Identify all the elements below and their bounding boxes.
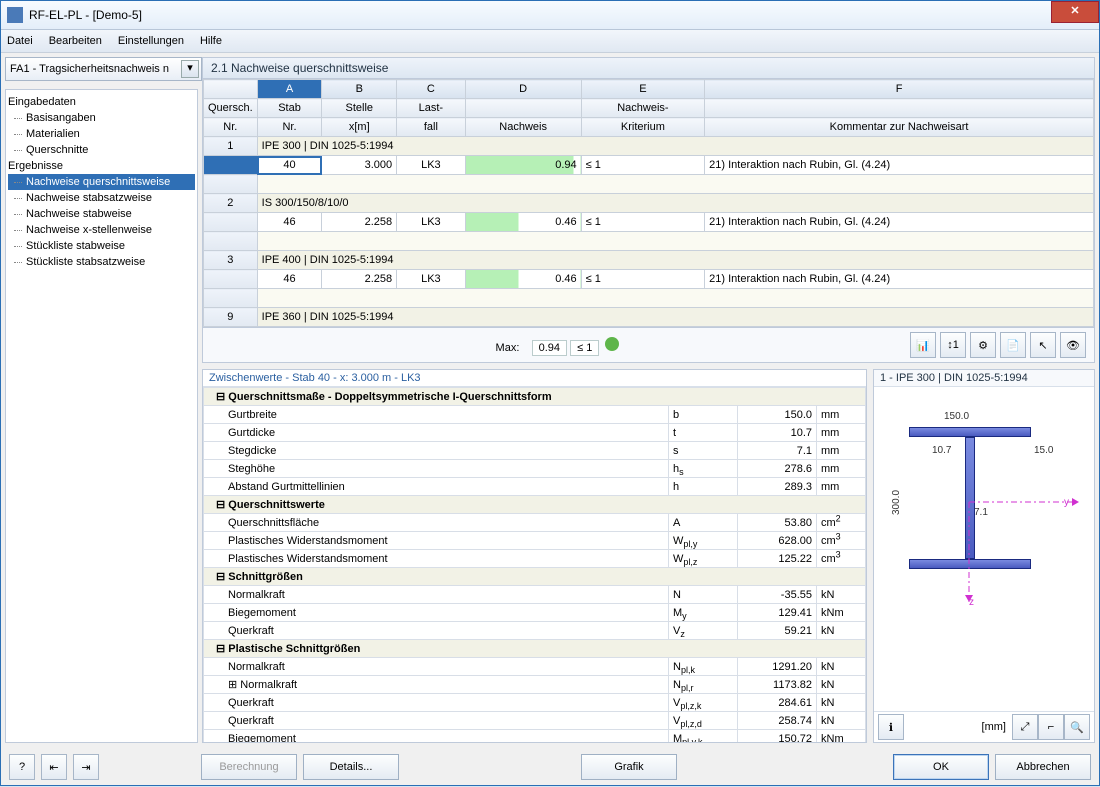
window-title: RF-EL-PL - [Demo-5] — [29, 8, 1093, 22]
dim-height: 300.0 — [891, 490, 902, 515]
main-title: 2.1 Nachweise querschnittsweise — [202, 57, 1095, 79]
app-icon — [7, 7, 23, 23]
max-criterion: ≤ 1 — [570, 340, 599, 356]
chevron-down-icon: ▾ — [181, 60, 199, 78]
preview-canvas[interactable]: 150.0 10.7 15.0 300.0 7.1 y z — [874, 387, 1094, 711]
status-ok-icon — [605, 337, 619, 351]
tree-item-nachweise-xstellenweise[interactable]: Nachweise x-stellenweise — [8, 222, 195, 238]
help-button[interactable]: ? — [9, 754, 35, 780]
titlebar: RF-EL-PL - [Demo-5] ✕ — [1, 1, 1099, 30]
menu-edit[interactable]: Bearbeiten — [49, 35, 102, 47]
menu-help[interactable]: Hilfe — [200, 35, 222, 47]
select-button[interactable]: ↖ — [1030, 332, 1056, 358]
axis-lines — [904, 422, 1084, 622]
tree-item-materialien[interactable]: Materialien — [8, 126, 195, 142]
section-preview: 1 - IPE 300 | DIN 1025-5:1994 150.0 10.7… — [873, 369, 1095, 743]
frame-button[interactable]: ⌐ — [1038, 714, 1064, 740]
results-grid[interactable]: ABCDEFQuersch.StabStelleLast-Nachweis-Nr… — [202, 79, 1095, 328]
tree-group-results[interactable]: Ergebnisse — [8, 158, 195, 174]
tree-item-nachweise-stabweise[interactable]: Nachweise stabweise — [8, 206, 195, 222]
filter-button[interactable]: 📊 — [910, 332, 936, 358]
export-button[interactable]: 📄 — [1000, 332, 1026, 358]
tree-item-stueckliste-stabweise[interactable]: Stückliste stabweise — [8, 238, 195, 254]
preview-title: 1 - IPE 300 | DIN 1025-5:1994 — [874, 370, 1094, 387]
grafik-button[interactable]: Grafik — [581, 754, 677, 780]
tree-item-nachweise-stabsatzweise[interactable]: Nachweise stabsatzweise — [8, 190, 195, 206]
menubar: Datei Bearbeiten Einstellungen Hilfe — [1, 30, 1099, 53]
preview-unit: [mm] — [904, 721, 1012, 733]
next-button[interactable]: ⇥ — [73, 754, 99, 780]
ok-button[interactable]: OK — [893, 754, 989, 780]
app-window: RF-EL-PL - [Demo-5] ✕ Datei Bearbeiten E… — [0, 0, 1100, 786]
loadcase-combo-value: FA1 - Tragsicherheitsnachweis n — [10, 63, 169, 75]
max-summary: Max: 0.94 ≤ 1 📊 ↕1 ⚙ 📄 ↖ 👁 — [202, 328, 1095, 363]
nav-tree: Eingabedaten Basisangaben Materialien Qu… — [5, 89, 198, 743]
menu-settings[interactable]: Einstellungen — [118, 35, 184, 47]
tree-item-nachweise-querschnittsweise[interactable]: Nachweise querschnittsweise — [8, 174, 195, 190]
grid-toolbar: 📊 ↕1 ⚙ 📄 ↖ 👁 — [910, 332, 1086, 358]
prev-button[interactable]: ⇤ — [41, 754, 67, 780]
tree-item-basisangaben[interactable]: Basisangaben — [8, 110, 195, 126]
cancel-button[interactable]: Abbrechen — [995, 754, 1091, 780]
menu-file[interactable]: Datei — [7, 35, 33, 47]
max-value: 0.94 — [532, 340, 567, 356]
zoom-button[interactable]: 🔍 — [1064, 714, 1090, 740]
detail-title: Zwischenwerte - Stab 40 - x: 3.000 m - L… — [203, 370, 866, 387]
max-label: Max: — [496, 342, 520, 354]
dialog-footer: ? ⇤ ⇥ Berechnung Details... Grafik OK Ab… — [1, 747, 1099, 787]
info-button[interactable]: ℹ — [878, 714, 904, 740]
calc-button[interactable]: Berechnung — [201, 754, 297, 780]
detail-panel: Zwischenwerte - Stab 40 - x: 3.000 m - L… — [202, 369, 867, 743]
sort-button[interactable]: ↕1 — [940, 332, 966, 358]
main-panel: 2.1 Nachweise querschnittsweise ABCDEFQu… — [202, 57, 1095, 743]
tree-group-input[interactable]: Eingabedaten — [8, 94, 195, 110]
tree-item-stueckliste-stabsatzweise[interactable]: Stückliste stabsatzweise — [8, 254, 195, 270]
detail-scroll[interactable]: ⊟ Querschnittsmaße - Doppeltsymmetrische… — [203, 387, 866, 742]
loadcase-combo[interactable]: FA1 - Tragsicherheitsnachweis n ▾ — [5, 57, 202, 81]
close-button[interactable]: ✕ — [1051, 1, 1099, 23]
dim-width: 150.0 — [944, 411, 969, 422]
details-button[interactable]: Details... — [303, 754, 399, 780]
tree-item-querschnitte[interactable]: Querschnitte — [8, 142, 195, 158]
settings-button[interactable]: ⚙ — [970, 332, 996, 358]
axis-button[interactable]: ⤢ — [1012, 714, 1038, 740]
view-button[interactable]: 👁 — [1060, 332, 1086, 358]
